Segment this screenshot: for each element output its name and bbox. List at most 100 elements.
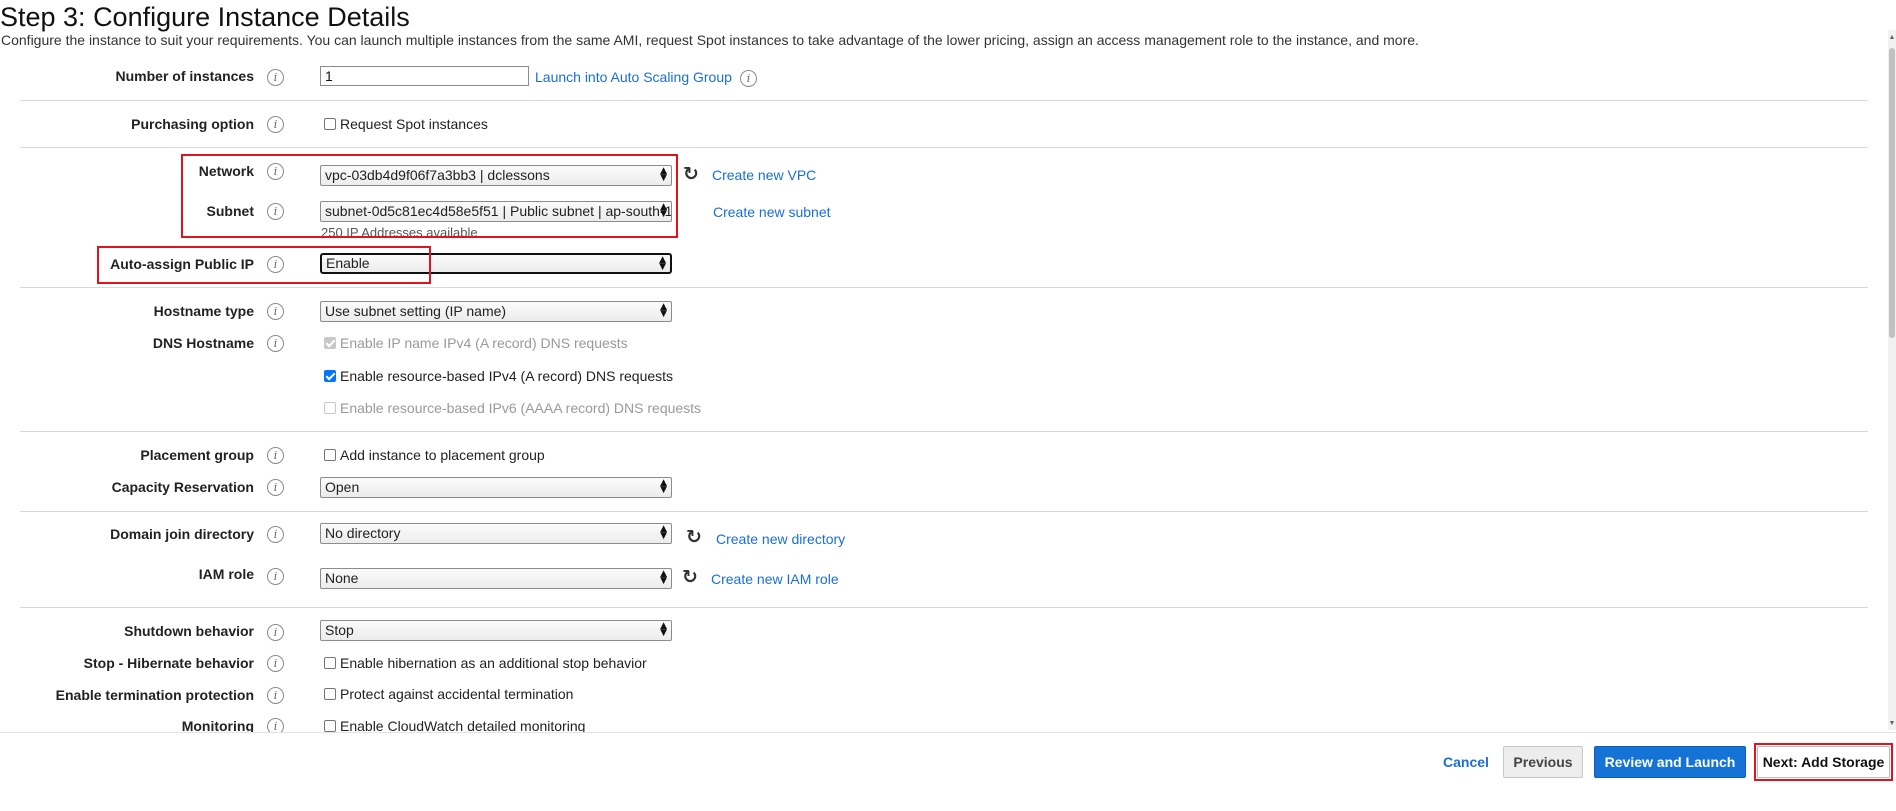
create-new-vpc-link[interactable]: Create new VPC (712, 167, 816, 183)
info-icon[interactable]: i (267, 687, 284, 704)
cancel-button[interactable]: Cancel (1436, 747, 1496, 779)
divider (20, 607, 1868, 608)
refresh-icon[interactable]: ↻ (684, 527, 704, 547)
iam-role-value: None (325, 570, 359, 586)
scroll-up-arrow-icon[interactable]: ▲ (1888, 34, 1896, 42)
domain-join-value: No directory (325, 525, 401, 541)
label-number-of-instances: Number of instances (115, 68, 254, 84)
scroll-down-arrow-icon[interactable]: ▼ (1888, 720, 1896, 728)
dns-resource-ipv4-checkbox[interactable] (324, 370, 336, 382)
network-select[interactable]: vpc-03db4d9f06f7a3bb3 | dclessons ▲ ▼ (320, 165, 672, 186)
info-icon[interactable]: i (267, 163, 284, 180)
footer-bar: Cancel Previous Review and Launch Next: … (0, 732, 1896, 811)
dropdown-arrow-icon: ▲ ▼ (660, 621, 667, 638)
page-description: Configure the instance to suit your requ… (1, 32, 1419, 48)
placement-group-checkbox[interactable] (324, 449, 336, 461)
label-network: Network (198, 163, 254, 179)
label-capacity-reservation: Capacity Reservation (111, 479, 254, 495)
iam-role-select[interactable]: None ▲ ▼ (320, 568, 672, 589)
dns-resource-ipv6-checkbox (324, 402, 336, 414)
divider (20, 287, 1868, 288)
label-purchasing-option: Purchasing option (131, 116, 254, 132)
request-spot-checkbox[interactable] (324, 118, 336, 130)
subnet-select[interactable]: subnet-0d5c81ec4d58e5f51 | Public subnet… (320, 201, 672, 222)
label-dns-hostname: DNS Hostname (152, 335, 254, 351)
dns-resource-ipv4-label: Enable resource-based IPv4 (A record) DN… (340, 368, 674, 384)
label-shutdown-behavior: Shutdown behavior (124, 623, 254, 639)
dns-ipv4-ip-name-label: Enable IP name IPv4 (A record) DNS reque… (340, 335, 628, 351)
termination-protection-checkbox-row[interactable]: Protect against accidental termination (324, 686, 573, 702)
dropdown-arrow-icon: ▲ ▼ (660, 302, 667, 319)
info-icon[interactable]: i (267, 116, 284, 133)
info-icon[interactable]: i (267, 624, 284, 641)
info-icon[interactable]: i (267, 447, 284, 464)
hibernation-label: Enable hibernation as an additional stop… (340, 655, 647, 671)
capacity-reservation-select[interactable]: Open ▲ ▼ (320, 477, 672, 498)
domain-join-select[interactable]: No directory ▲ ▼ (320, 523, 672, 544)
create-new-iam-role-link[interactable]: Create new IAM role (711, 571, 839, 587)
info-icon[interactable]: i (267, 256, 284, 273)
shutdown-behavior-value: Stop (325, 622, 354, 638)
capacity-reservation-value: Open (325, 479, 360, 495)
dropdown-arrow-icon: ▲ ▼ (660, 202, 667, 219)
info-icon[interactable]: i (267, 303, 284, 320)
info-icon[interactable]: i (267, 655, 284, 672)
dropdown-arrow-icon: ▲ ▼ (660, 166, 667, 183)
request-spot-checkbox-row[interactable]: Request Spot instances (324, 116, 488, 132)
dropdown-arrow-icon: ▲ ▼ (660, 569, 667, 586)
termination-protection-checkbox[interactable] (324, 688, 336, 700)
cloudwatch-monitoring-checkbox[interactable] (324, 720, 336, 732)
dns-resource-ipv4-row[interactable]: Enable resource-based IPv4 (A record) DN… (324, 368, 673, 384)
auto-assign-public-ip-select[interactable]: Enable ▲ ▼ (320, 253, 672, 274)
hostname-type-value: Use subnet setting (IP name) (325, 303, 507, 319)
info-icon[interactable]: i (740, 70, 757, 87)
create-new-directory-link[interactable]: Create new directory (716, 531, 845, 547)
divider (20, 431, 1868, 432)
info-icon[interactable]: i (267, 479, 284, 496)
label-placement-group: Placement group (140, 447, 254, 463)
info-icon[interactable]: i (267, 69, 284, 86)
hibernation-checkbox-row[interactable]: Enable hibernation as an additional stop… (324, 655, 647, 671)
placement-group-label: Add instance to placement group (340, 447, 545, 463)
info-icon[interactable]: i (267, 568, 284, 585)
info-icon[interactable]: i (267, 203, 284, 220)
shutdown-behavior-select[interactable]: Stop ▲ ▼ (320, 620, 672, 641)
auto-assign-public-ip-value: Enable (326, 255, 370, 271)
launch-auto-scaling-link[interactable]: Launch into Auto Scaling Group (535, 69, 732, 85)
dropdown-arrow-icon: ▲ ▼ (660, 524, 667, 541)
next-add-storage-button[interactable]: Next: Add Storage (1757, 746, 1890, 778)
dns-resource-ipv6-row: Enable resource-based IPv6 (AAAA record)… (324, 400, 701, 416)
create-new-subnet-link[interactable]: Create new subnet (713, 204, 831, 220)
info-icon[interactable]: i (267, 526, 284, 543)
request-spot-label: Request Spot instances (340, 116, 488, 132)
termination-protection-label: Protect against accidental termination (340, 686, 574, 702)
network-select-value: vpc-03db4d9f06f7a3bb3 | dclessons (325, 167, 550, 183)
hibernation-checkbox[interactable] (324, 657, 336, 669)
dns-resource-ipv6-label: Enable resource-based IPv6 (AAAA record)… (340, 400, 702, 416)
page-title: Step 3: Configure Instance Details (0, 2, 410, 32)
refresh-icon[interactable]: ↻ (681, 164, 701, 184)
label-auto-assign-public-ip: Auto-assign Public IP (110, 256, 254, 272)
label-hostname-type: Hostname type (153, 303, 254, 319)
dropdown-arrow-icon: ▲ ▼ (660, 478, 667, 495)
number-of-instances-input[interactable] (320, 66, 529, 86)
divider (20, 511, 1868, 512)
dns-ipv4-ip-name-row: Enable IP name IPv4 (A record) DNS reque… (324, 335, 628, 351)
dropdown-arrow-icon: ▲ ▼ (659, 255, 666, 272)
refresh-icon[interactable]: ↻ (680, 567, 700, 587)
label-iam-role: IAM role (198, 566, 254, 582)
info-icon[interactable]: i (267, 335, 284, 352)
label-domain-join-directory: Domain join directory (110, 526, 254, 542)
hostname-type-select[interactable]: Use subnet setting (IP name) ▲ ▼ (320, 301, 672, 322)
divider (20, 147, 1868, 148)
scrollbar-thumb[interactable] (1889, 48, 1895, 338)
previous-button[interactable]: Previous (1503, 746, 1583, 778)
review-and-launch-button[interactable]: Review and Launch (1594, 746, 1746, 778)
subnet-ip-note: 250 IP Addresses available (321, 225, 478, 240)
label-termination-protection: Enable termination protection (55, 687, 254, 703)
placement-group-checkbox-row[interactable]: Add instance to placement group (324, 447, 545, 463)
label-subnet: Subnet (206, 203, 254, 219)
subnet-select-value: subnet-0d5c81ec4d58e5f51 | Public subnet… (325, 203, 672, 219)
label-stop-hibernate-behavior: Stop - Hibernate behavior (83, 655, 254, 671)
divider (20, 100, 1868, 101)
